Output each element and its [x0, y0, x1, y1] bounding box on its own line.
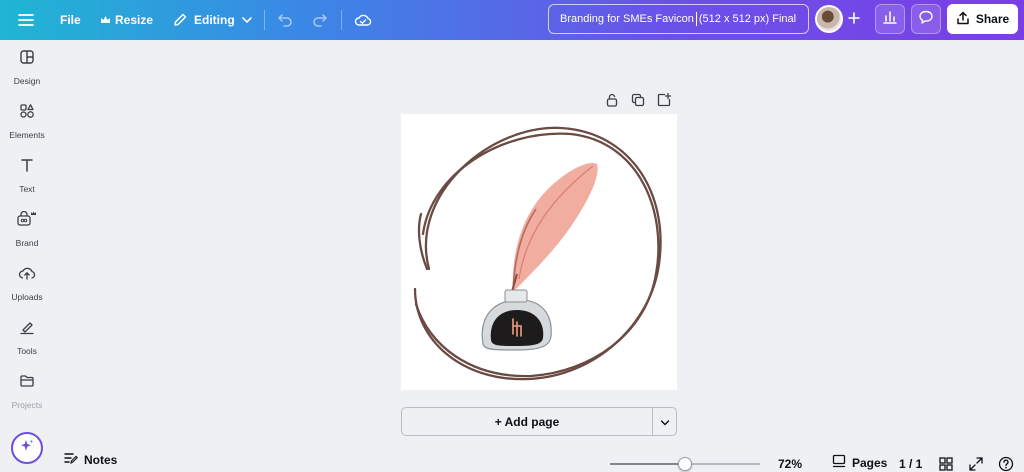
grid-view-icon[interactable]	[938, 456, 954, 472]
add-to-page-icon[interactable]	[656, 92, 672, 108]
brand-icon	[16, 210, 38, 232]
pencil-icon	[172, 12, 188, 28]
divider	[341, 10, 342, 30]
resize-button[interactable]: Resize	[100, 0, 153, 40]
comment-icon	[918, 9, 934, 30]
editing-mode-dropdown[interactable]: Editing	[172, 0, 253, 40]
sidebar-item-brand[interactable]: Brand	[0, 202, 54, 256]
cloud-check-icon	[354, 13, 372, 27]
sidebar-item-design[interactable]: Design	[0, 40, 54, 94]
page-count: 1 / 1	[899, 457, 923, 471]
file-menu[interactable]: File	[60, 0, 81, 40]
text-cursor	[695, 12, 697, 26]
invite-button[interactable]	[840, 4, 868, 34]
add-page-options-button[interactable]	[652, 407, 677, 436]
redo-icon	[312, 13, 328, 27]
undo-button[interactable]	[277, 0, 293, 40]
pages-label: Pages	[852, 455, 888, 470]
plus-icon	[847, 9, 861, 30]
divider	[264, 10, 265, 30]
sidebar: Design Elements Text Brand Uploads Tools	[0, 40, 54, 472]
add-page-button[interactable]: + Add page	[401, 407, 653, 436]
chevron-down-icon	[660, 413, 670, 431]
editing-label: Editing	[194, 13, 235, 27]
undo-icon	[277, 13, 293, 27]
document-title-part2: (512 x 512 px) Final	[698, 13, 797, 25]
lock-icon[interactable]	[604, 92, 620, 108]
ink-bottle-icon	[481, 289, 552, 351]
magic-assistant-button[interactable]	[11, 432, 43, 464]
resize-label: Resize	[115, 13, 154, 27]
page-toolbar	[604, 92, 672, 108]
comments-button[interactable]	[911, 4, 941, 34]
notes-button[interactable]: Notes	[64, 452, 117, 467]
zoom-value[interactable]: 72%	[778, 457, 802, 471]
sidebar-item-label: Uploads	[11, 291, 43, 302]
sidebar-item-text[interactable]: Text	[0, 148, 54, 202]
help-icon[interactable]	[998, 456, 1014, 472]
sidebar-item-uploads[interactable]: Uploads	[0, 256, 54, 310]
avatar[interactable]	[815, 5, 843, 33]
fullscreen-icon[interactable]	[968, 456, 984, 472]
pages-button[interactable]: Pages	[832, 454, 887, 471]
chart-icon	[882, 10, 898, 29]
feather-icon	[508, 162, 598, 303]
uploads-icon	[18, 265, 36, 286]
share-button[interactable]: Share	[947, 4, 1018, 34]
tools-icon	[19, 319, 35, 340]
file-label: File	[60, 13, 81, 27]
duplicate-icon[interactable]	[630, 92, 646, 108]
chevron-down-icon	[241, 16, 253, 24]
sidebar-item-label: Brand	[15, 237, 39, 248]
sidebar-item-tools[interactable]: Tools	[0, 310, 54, 364]
add-page-label: + Add page	[494, 414, 560, 429]
design-icon	[19, 49, 35, 70]
top-bar: File Resize Editing Branding for SMEs Fa…	[0, 0, 1024, 40]
crown-icon	[100, 15, 111, 25]
sidebar-item-projects[interactable]: Projects	[0, 364, 54, 418]
projects-icon	[19, 373, 35, 394]
sidebar-item-label: Text	[19, 183, 35, 194]
notes-icon	[64, 452, 78, 467]
design-canvas[interactable]	[401, 114, 677, 390]
zoom-slider-handle[interactable]	[678, 457, 692, 471]
sidebar-item-label: Tools	[17, 345, 37, 356]
sidebar-item-elements[interactable]: Elements	[0, 94, 54, 148]
insights-button[interactable]	[875, 4, 905, 34]
sidebar-item-label: Design	[13, 75, 41, 86]
notes-label: Notes	[84, 452, 118, 467]
redo-button[interactable]	[312, 0, 328, 40]
share-label: Share	[975, 12, 1010, 26]
zoom-slider[interactable]	[610, 457, 760, 471]
share-upload-icon	[956, 11, 970, 28]
menu-button[interactable]	[17, 0, 35, 40]
document-title-part1: Branding for SMEs Favicon	[560, 13, 694, 25]
save-status-button[interactable]	[354, 0, 372, 40]
elements-icon	[19, 103, 35, 124]
menu-icon	[17, 13, 35, 27]
sidebar-item-label: Projects	[11, 399, 43, 410]
zoom-slider-fill	[610, 463, 685, 465]
favicon-artwork	[413, 126, 662, 381]
document-title-input[interactable]: Branding for SMEs Favicon (512 x 512 px)…	[548, 4, 809, 34]
text-icon	[19, 157, 35, 178]
pages-icon	[832, 454, 846, 471]
sidebar-item-label: Elements	[9, 129, 45, 140]
sparkle-icon	[19, 438, 35, 459]
